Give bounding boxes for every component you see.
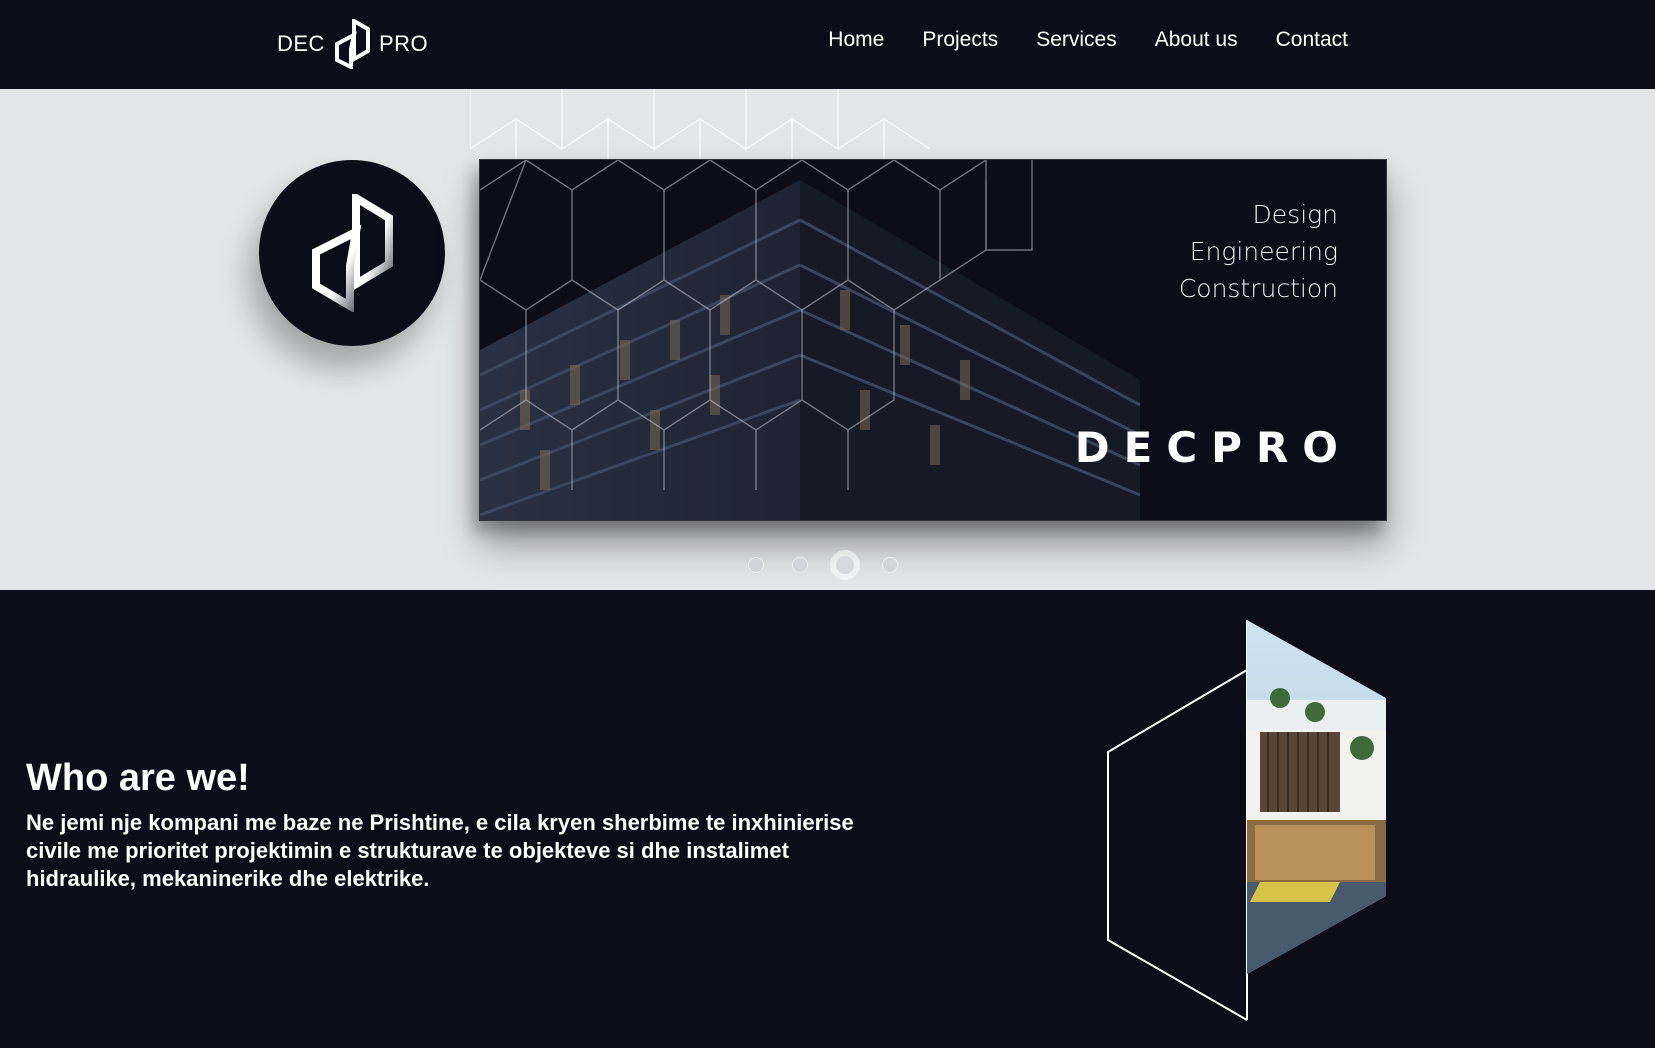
logo-text-right: PRO: [378, 31, 429, 56]
nav-projects[interactable]: Projects: [922, 28, 998, 52]
hero-tagline: Design Engineering Construction: [1179, 196, 1338, 307]
hero-carousel: Design Engineering Construction DECPRO: [0, 89, 1655, 590]
hexagon-building-image: [1107, 620, 1386, 1021]
nav-contact[interactable]: Contact: [1276, 28, 1348, 52]
hexagon-pattern: [470, 89, 931, 159]
nav-services[interactable]: Services: [1036, 28, 1117, 52]
carousel-indicators: [748, 556, 898, 574]
carousel-dot-4[interactable]: [882, 557, 898, 573]
tagline-construction: Construction: [1178, 274, 1338, 303]
hero-brand-name: DECPRO: [1074, 423, 1352, 472]
carousel-dot-2[interactable]: [792, 557, 808, 573]
about-section: Who are we! Ne jemi nje kompani me baze …: [0, 590, 1655, 1048]
decpro-logo-icon: [334, 19, 370, 69]
nav-about-us[interactable]: About us: [1155, 28, 1238, 52]
decpro-circle-logo-icon: [312, 194, 393, 312]
tagline-design: Design: [1252, 200, 1338, 229]
site-logo[interactable]: DEC PRO: [277, 18, 428, 70]
carousel-dot-1[interactable]: [748, 557, 764, 573]
carousel-dot-3[interactable]: [836, 556, 854, 574]
about-description: Ne jemi nje kompani me baze ne Prishtine…: [26, 810, 854, 891]
nav-home[interactable]: Home: [828, 28, 884, 52]
about-title: Who are we!: [26, 757, 250, 799]
site-header: DEC PRO Home Projects Services About us …: [0, 0, 1655, 89]
hero-banner-slide: Design Engineering Construction DECPRO: [479, 159, 1387, 521]
main-nav: Home Projects Services About us Contact: [828, 28, 1348, 52]
logo-text-left: DEC: [277, 31, 325, 56]
tagline-engineering: Engineering: [1189, 237, 1338, 266]
circle-logo-badge: [259, 160, 445, 346]
